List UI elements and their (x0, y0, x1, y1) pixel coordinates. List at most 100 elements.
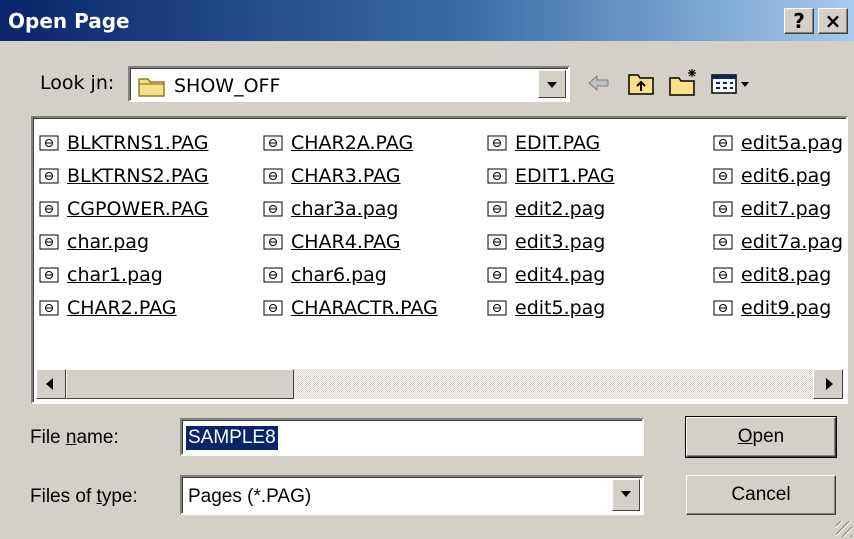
cancel-button[interactable]: Cancel (686, 475, 836, 515)
file-name: edit7.pag (741, 197, 832, 220)
page-file-icon (713, 267, 733, 282)
file-item[interactable]: char3a.pag (263, 192, 438, 225)
up-folder-icon[interactable] (624, 66, 658, 100)
new-folder-icon[interactable] (666, 66, 700, 100)
back-icon[interactable] (582, 66, 616, 100)
file-name: EDIT1.PAG (515, 164, 615, 187)
file-name: CHAR2A.PAG (291, 131, 414, 154)
scroll-thumb[interactable] (66, 369, 294, 399)
page-file-icon (39, 267, 59, 282)
files-of-type-combo[interactable]: Pages (*.PAG) (180, 475, 644, 515)
files-of-type-dropdown-button[interactable] (612, 479, 640, 511)
window-title: Open Page (8, 9, 130, 33)
file-name: edit7a.pag (741, 230, 844, 253)
file-name: edit3.pag (515, 230, 606, 253)
file-list[interactable]: BLKTRNS1.PAG BLKTRNS2.PAG CGPOWER.PAG ch… (31, 116, 848, 404)
file-name: char6.pag (291, 263, 387, 286)
page-file-icon (39, 135, 59, 150)
file-name-input[interactable]: SAMPLE8 (180, 418, 644, 456)
file-item[interactable]: EDIT.PAG (487, 126, 615, 159)
file-name: char3a.pag (291, 197, 399, 220)
page-file-icon (487, 300, 507, 315)
file-name: CHAR2.PAG (67, 296, 177, 319)
folder-icon (138, 78, 165, 97)
file-item[interactable]: edit2.pag (487, 192, 615, 225)
file-item[interactable]: edit3.pag (487, 225, 615, 258)
scroll-left-button[interactable] (36, 369, 66, 399)
page-file-icon (713, 300, 733, 315)
file-item[interactable]: CGPOWER.PAG (39, 192, 208, 225)
page-file-icon (263, 300, 283, 315)
look-in-label: Look jn: (40, 72, 115, 94)
page-file-icon (487, 267, 507, 282)
page-file-icon (39, 300, 59, 315)
view-menu-icon[interactable] (708, 66, 754, 100)
file-item[interactable]: CHARACTR.PAG (263, 291, 438, 324)
file-name-label: File name: (30, 427, 119, 448)
page-file-icon (713, 168, 733, 183)
file-name: CGPOWER.PAG (67, 197, 209, 220)
look-in-combo[interactable]: SHOW_OFF (128, 66, 570, 102)
file-item[interactable]: CHAR4.PAG (263, 225, 438, 258)
file-item[interactable]: CHAR3.PAG (263, 159, 438, 192)
page-file-icon (39, 201, 59, 216)
file-item[interactable]: CHAR2A.PAG (263, 126, 438, 159)
file-name: char1.pag (67, 263, 163, 286)
close-button[interactable]: × (818, 8, 848, 34)
file-name: edit5a.pag (741, 131, 844, 154)
resize-grip[interactable] (836, 521, 852, 537)
page-file-icon (39, 168, 59, 183)
file-item[interactable]: edit7.pag (713, 192, 843, 225)
page-file-icon (263, 135, 283, 150)
file-name: EDIT.PAG (515, 131, 601, 154)
file-name: BLKTRNS1.PAG (67, 131, 209, 154)
title-bar[interactable]: Open Page ? × (0, 0, 854, 41)
file-name-value: SAMPLE8 (186, 426, 278, 450)
page-file-icon (713, 135, 733, 150)
page-file-icon (39, 234, 59, 249)
file-item[interactable]: edit9.pag (713, 291, 843, 324)
look-in-value: SHOW_OFF (174, 75, 281, 97)
page-file-icon (487, 234, 507, 249)
file-item[interactable]: char.pag (39, 225, 208, 258)
file-item[interactable]: char6.pag (263, 258, 438, 291)
look-in-dropdown-button[interactable] (538, 70, 566, 98)
file-item[interactable]: edit6.pag (713, 159, 843, 192)
file-column-1: BLKTRNS1.PAG BLKTRNS2.PAG CGPOWER.PAG ch… (39, 126, 208, 324)
horizontal-scrollbar[interactable] (36, 369, 843, 399)
file-item[interactable]: char1.pag (39, 258, 208, 291)
page-file-icon (487, 168, 507, 183)
files-of-type-label: Files of type: (30, 486, 138, 507)
file-item[interactable]: EDIT1.PAG (487, 159, 615, 192)
help-button[interactable]: ? (784, 8, 814, 34)
open-page-dialog: Open Page ? × Look jn: SHOW_OFF BLKTRNS1… (0, 0, 854, 539)
open-button[interactable]: Open (685, 416, 837, 458)
files-of-type-value: Pages (*.PAG) (188, 486, 312, 507)
file-name: BLKTRNS2.PAG (67, 164, 209, 187)
page-file-icon (263, 201, 283, 216)
file-item[interactable]: edit8.pag (713, 258, 843, 291)
file-name: char.pag (67, 230, 150, 253)
file-name: edit2.pag (515, 197, 606, 220)
file-name: edit4.pag (515, 263, 606, 286)
file-item[interactable]: BLKTRNS2.PAG (39, 159, 208, 192)
page-file-icon (487, 201, 507, 216)
file-column-4: edit5a.pag edit6.pag edit7.pag edit7a.pa… (713, 126, 843, 324)
file-name: edit5.pag (515, 296, 606, 319)
file-item[interactable]: CHAR2.PAG (39, 291, 208, 324)
file-name: edit6.pag (741, 164, 832, 187)
file-name: edit8.pag (741, 263, 832, 286)
file-item[interactable]: BLKTRNS1.PAG (39, 126, 208, 159)
file-name: CHAR4.PAG (291, 230, 401, 253)
file-item[interactable]: edit4.pag (487, 258, 615, 291)
file-column-2: CHAR2A.PAG CHAR3.PAG char3a.pag CHAR4.PA… (263, 126, 438, 324)
page-file-icon (713, 201, 733, 216)
scroll-right-button[interactable] (813, 369, 843, 399)
file-name: CHAR3.PAG (291, 164, 401, 187)
file-item[interactable]: edit5.pag (487, 291, 615, 324)
file-item[interactable]: edit5a.pag (713, 126, 843, 159)
file-name: edit9.pag (741, 296, 832, 319)
page-file-icon (263, 234, 283, 249)
page-file-icon (713, 234, 733, 249)
file-item[interactable]: edit7a.pag (713, 225, 843, 258)
